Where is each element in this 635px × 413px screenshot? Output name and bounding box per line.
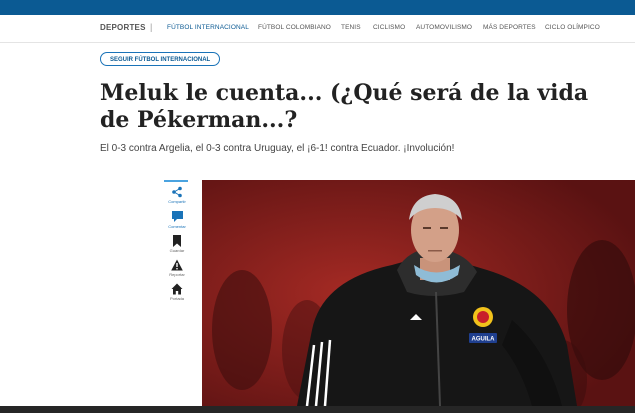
warning-icon xyxy=(171,259,183,271)
share-toolbar-accent xyxy=(164,180,188,182)
save-label: Guardar xyxy=(169,248,185,253)
top-brand-bar xyxy=(0,0,635,15)
report-button[interactable]: Reportar xyxy=(164,259,190,277)
share-label: Compartir xyxy=(168,199,186,204)
comment-label: Comentar xyxy=(168,224,186,229)
comment-icon xyxy=(171,211,183,222)
nav-futbol-internacional[interactable]: FÚTBOL INTERNACIONAL xyxy=(167,24,249,31)
nav-futbol-colombiano[interactable]: FÚTBOL COLOMBIANO xyxy=(258,24,331,31)
sponsor-patch-text: AGUILA xyxy=(472,337,496,343)
section-title[interactable]: DEPORTES xyxy=(100,23,146,32)
comment-button[interactable]: Comentar xyxy=(164,210,190,229)
article-subheadline: El 0-3 contra Argelia, el 0-3 contra Uru… xyxy=(100,143,455,154)
coach-photo: AGUILA xyxy=(202,180,635,406)
article-photo[interactable]: AGUILA xyxy=(202,180,635,406)
save-button[interactable]: Guardar xyxy=(164,235,190,253)
follow-topic-button[interactable]: SEGUIR FÚTBOL INTERNACIONAL xyxy=(100,52,221,66)
bottom-bar xyxy=(0,406,635,413)
nav-automovilismo[interactable]: AUTOMOVILISMO xyxy=(416,24,472,31)
report-label: Reportar xyxy=(169,272,185,277)
home-icon xyxy=(171,283,183,295)
section-nav: DEPORTES | FÚTBOL INTERNACIONAL FÚTBOL C… xyxy=(0,15,635,43)
nav-tenis[interactable]: TENIS xyxy=(341,24,361,31)
nav-mas-deportes[interactable]: MÁS DEPORTES xyxy=(483,24,536,31)
nav-ciclo-olimpico[interactable]: CICLO OLÍMPICO xyxy=(545,24,600,31)
article-headline: Meluk le cuenta... (¿Qué será de la vida… xyxy=(100,80,589,133)
nav-ciclismo[interactable]: CICLISMO xyxy=(373,24,405,31)
share-button[interactable]: Compartir xyxy=(164,186,190,204)
nav-separator: | xyxy=(150,22,153,32)
bookmark-icon xyxy=(173,235,181,247)
home-button[interactable]: Portada xyxy=(164,283,190,301)
home-label: Portada xyxy=(169,296,184,301)
share-toolbar: Compartir Comentar Guardar Reportar Port… xyxy=(164,180,190,307)
share-icon xyxy=(172,186,182,198)
